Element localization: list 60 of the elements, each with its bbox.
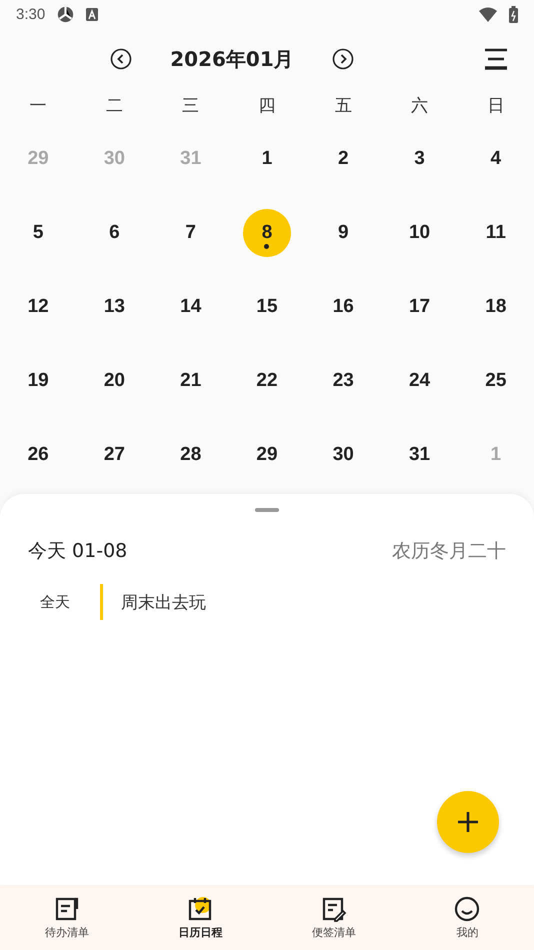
calendar-day[interactable]: 25 [472, 357, 520, 405]
calendar-day[interactable]: 23 [319, 357, 368, 405]
add-button[interactable] [437, 791, 499, 853]
calendar-day[interactable]: 3 [396, 135, 444, 183]
status-time: 3:30 [16, 6, 46, 22]
calendar-day[interactable]: 30 [319, 431, 368, 479]
calendar-day[interactable]: 31 [396, 431, 444, 479]
calendar-day[interactable]: 6 [90, 209, 138, 257]
event-time: 全天 [39, 592, 71, 612]
calendar-day[interactable]: 21 [166, 357, 215, 405]
lunar-date: 农历冬月二十 [392, 539, 506, 564]
selected-date: 今天 01-08 [28, 539, 128, 564]
calendar-day[interactable]: 28 [166, 431, 215, 479]
calendar-day[interactable]: 1 [242, 135, 291, 183]
month-title: 2026年01月 [169, 46, 295, 72]
calendar-day[interactable]: 19 [14, 357, 62, 405]
previous-month-button[interactable] [110, 48, 132, 70]
calendar-day[interactable]: 29 [242, 431, 291, 479]
event-title[interactable]: 周末出去玩 [121, 590, 206, 614]
calendar-day[interactable]: 4 [472, 135, 520, 183]
nav-tab[interactable]: 我的 [400, 885, 534, 950]
weekday-label: 五 [334, 95, 353, 118]
weekday-label: 四 [257, 95, 276, 118]
calendar-day[interactable]: 27 [90, 431, 138, 479]
wifi-icon [479, 6, 497, 22]
weekday-label: 六 [410, 95, 430, 118]
calendar-day[interactable]: 9 [319, 209, 368, 257]
calendar-day[interactable]: 16 [319, 283, 368, 331]
calendar-day[interactable]: 24 [396, 357, 444, 405]
app-notification-icon [57, 6, 74, 22]
drag-handle[interactable] [255, 508, 279, 512]
calendar-day[interactable]: 2 [319, 135, 368, 183]
weekday-label: 日 [486, 95, 506, 118]
calendar-day[interactable]: 14 [166, 283, 215, 331]
nav-tab[interactable]: 待办清单 [0, 885, 134, 950]
calendar-day[interactable]: 5 [14, 209, 62, 257]
calendar-day[interactable]: 22 [242, 357, 291, 405]
battery-charging-icon [509, 6, 518, 22]
calendar-day[interactable]: 18 [472, 283, 520, 331]
plus-icon [457, 811, 479, 833]
menu-button[interactable] [484, 48, 508, 70]
calendar-day[interactable]: 10 [396, 209, 444, 257]
calendar-day[interactable]: 8 [242, 209, 291, 257]
calendar-day[interactable]: 15 [242, 283, 291, 331]
smiley-icon [453, 895, 482, 923]
nav-tab[interactable]: 日历日程 [134, 885, 267, 950]
weekday-label: 一 [28, 95, 48, 118]
event-bar [100, 584, 103, 620]
calendar-day[interactable]: 7 [166, 209, 215, 257]
weekday-label: 二 [104, 95, 124, 118]
calendar-day[interactable]: 12 [14, 283, 62, 331]
calendar-day[interactable]: 11 [472, 209, 520, 257]
calendar-day[interactable]: 20 [90, 357, 138, 405]
calendar-day[interactable]: 26 [14, 431, 62, 479]
calendar-day[interactable]: 17 [396, 283, 444, 331]
calendar-day[interactable]: 13 [90, 283, 138, 331]
keyboard-notification-icon [86, 8, 98, 20]
nav-tab[interactable]: 便签清单 [267, 885, 400, 950]
weekday-label: 三 [181, 95, 200, 118]
next-month-button[interactable] [332, 48, 354, 70]
